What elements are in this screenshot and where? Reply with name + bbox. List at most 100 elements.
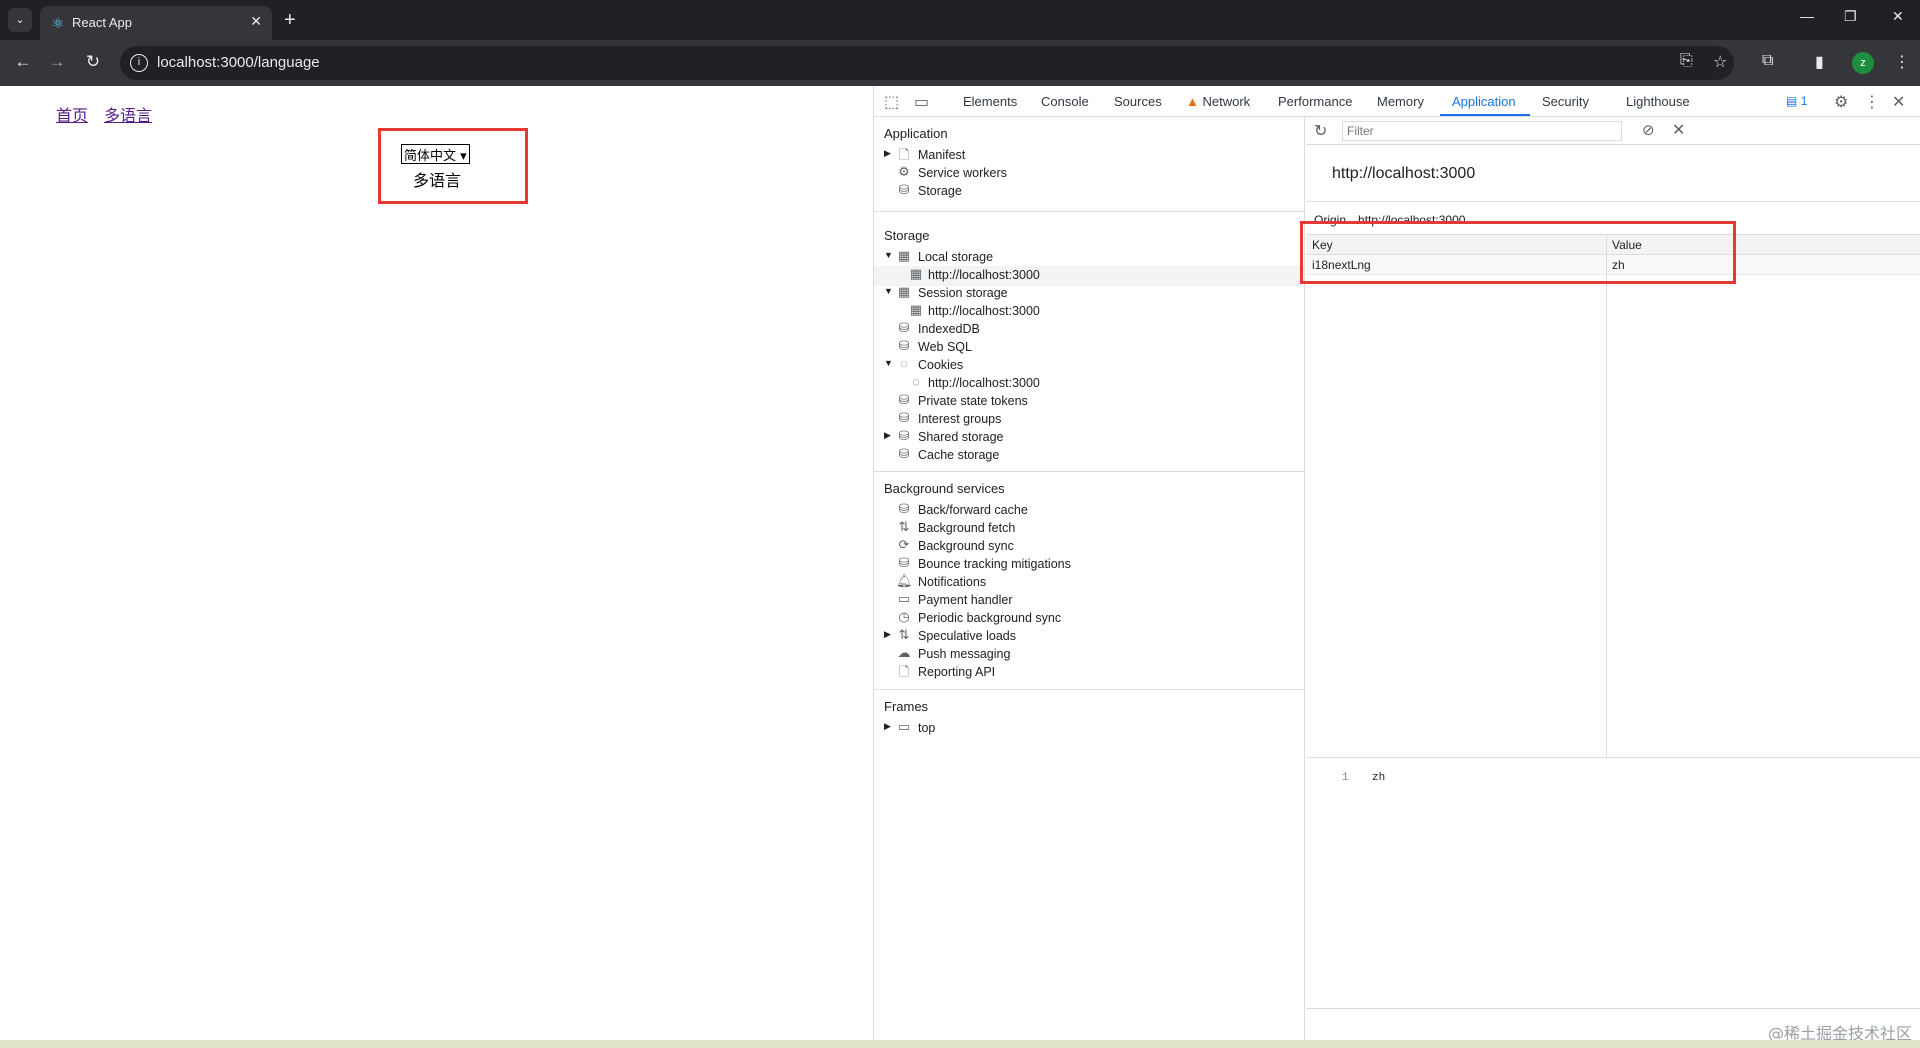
profile-avatar[interactable]: z — [1852, 52, 1874, 74]
nav-link-language[interactable]: 多语言 — [104, 102, 152, 126]
database-icon: ⛁ — [898, 410, 910, 425]
sidebar-item-cache-storage[interactable]: ⛁ Cache storage — [884, 446, 1304, 466]
table-icon: ▦ — [909, 266, 923, 281]
sidebar-item-cookies-origin[interactable]: ◌ http://localhost:3000 — [874, 374, 1304, 394]
sidebar-item-local-storage[interactable]: ▼ ▦ Local storage — [884, 248, 1304, 268]
sidebar-item-payment-handler[interactable]: ▭ Payment handler — [884, 591, 1304, 611]
tab-network[interactable]: ▲ Network — [1186, 94, 1250, 109]
site-info-icon[interactable]: i — [130, 54, 148, 72]
database-icon: ⛁ — [898, 320, 910, 335]
minimize-icon[interactable]: — — [1800, 8, 1814, 24]
tab-application[interactable]: Application — [1452, 94, 1516, 109]
sidebar-item-service-workers[interactable]: ⚙ Service workers — [884, 164, 1304, 184]
sidebar-item-background-fetch[interactable]: ⇅ Background fetch — [884, 519, 1304, 539]
back-icon[interactable]: ← — [12, 52, 34, 72]
expand-arrow-icon[interactable]: ▶ — [884, 721, 894, 732]
section-frames: Frames — [884, 699, 929, 714]
tab-security[interactable]: Security — [1542, 94, 1589, 109]
sidebar-item-frame-top[interactable]: ▶ ▭ top — [884, 719, 1304, 739]
up-down-arrows-icon: ⇅ — [898, 627, 910, 642]
active-tab-indicator — [1440, 114, 1530, 116]
section-divider — [874, 471, 1305, 472]
browser-tab[interactable]: ⚛ React App ✕ — [40, 6, 272, 40]
sidebar-item-websql[interactable]: ⛁ Web SQL — [884, 338, 1304, 358]
sidebar-item-back-forward-cache[interactable]: ⛁ Back/forward cache — [884, 501, 1304, 521]
sidebar-item-private-state-tokens[interactable]: ⛁ Private state tokens — [884, 392, 1304, 412]
preview-line-number: 1 — [1342, 772, 1349, 784]
device-toolbar-icon[interactable]: ▭ — [914, 92, 929, 112]
inspect-icon[interactable]: ⬚ — [884, 92, 899, 112]
sidebar-item-background-sync[interactable]: ⟳ Background sync — [884, 537, 1304, 557]
bookmark-star-icon[interactable]: ☆ — [1713, 52, 1727, 72]
devtools: ⬚ ▭ Elements Console Sources ▲ Network P… — [873, 86, 1920, 1040]
sidebar-item-local-storage-origin[interactable]: ▦ http://localhost:3000 — [874, 266, 1304, 286]
more-options-icon[interactable]: ⋮ — [1864, 92, 1880, 112]
language-select[interactable]: 简体中文 ▾ — [401, 144, 470, 164]
database-icon: ⛁ — [898, 392, 910, 407]
collapse-arrow-icon[interactable]: ▼ — [884, 358, 894, 368]
sidebar-item-periodic-background-sync[interactable]: ◷ Periodic background sync — [884, 609, 1304, 629]
reload-icon[interactable]: ↻ — [82, 52, 104, 72]
page-viewport: 首页 多语言 简体中文 ▾ 多语言 — [0, 86, 873, 1040]
clock-icon: ◷ — [898, 609, 910, 624]
messages-badge[interactable]: ▤ 1 — [1786, 94, 1807, 108]
sidebar-item-notifications[interactable]: 🔔︎ Notifications — [884, 573, 1304, 593]
settings-gear-icon[interactable]: ⚙ — [1834, 92, 1848, 112]
sidebar-item-reporting-api[interactable]: 🗋 Reporting API — [884, 663, 1304, 683]
table-icon: ▦ — [897, 248, 911, 263]
tab-search-button[interactable]: ⌄ — [8, 8, 32, 32]
tab-console[interactable]: Console — [1041, 94, 1089, 109]
application-sidebar: Application ▶ 🗋 Manifest ⚙ Service workers … — [874, 117, 1305, 1040]
filter-input[interactable] — [1342, 121, 1622, 141]
sidebar-item-bounce-tracking[interactable]: ⛁ Bounce tracking mitigations — [884, 555, 1304, 575]
extensions-icon[interactable]: ⧉ — [1762, 52, 1773, 70]
clear-all-icon[interactable]: ⊘ — [1642, 121, 1655, 139]
tab-sources[interactable]: Sources — [1114, 94, 1162, 109]
sidebar-item-cookies[interactable]: ▼ ◌ Cookies — [884, 356, 1304, 376]
restore-icon[interactable]: ❐ — [1844, 8, 1857, 25]
sidebar-item-indexeddb[interactable]: ⛁ IndexedDB — [884, 320, 1304, 340]
tab-elements[interactable]: Elements — [963, 94, 1017, 109]
delete-selected-icon[interactable]: ✕ — [1672, 120, 1685, 140]
database-icon: ⛁ — [898, 501, 910, 516]
database-icon: ⛁ — [898, 182, 910, 197]
expand-arrow-icon[interactable]: ▶ — [884, 430, 894, 441]
address-bar[interactable]: i localhost:3000/language — [120, 46, 1734, 80]
side-panel-icon[interactable]: ▮ — [1815, 52, 1824, 72]
tab-strip: ⌄ ⚛ React App ✕ + — ❐ ✕ — [0, 0, 1920, 40]
refresh-icon[interactable]: ↻ — [1314, 121, 1327, 141]
new-tab-button[interactable]: + — [284, 8, 296, 32]
tab-performance[interactable]: Performance — [1278, 94, 1352, 109]
sidebar-item-push-messaging[interactable]: ☁ Push messaging — [884, 645, 1304, 665]
install-app-icon[interactable]: ⎘ — [1680, 52, 1693, 70]
url-text[interactable]: localhost:3000/language — [157, 54, 320, 71]
collapse-arrow-icon[interactable]: ▼ — [884, 286, 894, 296]
sidebar-item-speculative-loads[interactable]: ▶ ⇅ Speculative loads — [884, 627, 1304, 647]
forward-icon[interactable]: → — [46, 52, 68, 72]
expand-arrow-icon[interactable]: ▶ — [884, 148, 894, 159]
devtools-tabbar: ⬚ ▭ Elements Console Sources ▲ Network P… — [874, 86, 1920, 117]
tab-lighthouse[interactable]: Lighthouse — [1626, 94, 1690, 109]
heading-divider — [1306, 201, 1920, 202]
sidebar-item-shared-storage[interactable]: ▶ ⛁ Shared storage — [884, 428, 1304, 448]
sidebar-item-interest-groups[interactable]: ⛁ Interest groups — [884, 410, 1304, 430]
database-icon: ⛁ — [898, 338, 910, 353]
close-devtools-icon[interactable]: ✕ — [1892, 92, 1905, 112]
close-window-icon[interactable]: ✕ — [1892, 8, 1904, 25]
expand-arrow-icon[interactable]: ▶ — [884, 629, 894, 640]
nav-link-home[interactable]: 首页 — [56, 102, 88, 126]
sidebar-item-storage[interactable]: ⛁ Storage — [884, 182, 1304, 202]
column-divider[interactable] — [1606, 235, 1607, 759]
menu-icon[interactable]: ⋮ — [1894, 52, 1910, 72]
collapse-arrow-icon[interactable]: ▼ — [884, 250, 894, 260]
sidebar-item-manifest[interactable]: ▶ 🗋 Manifest — [884, 146, 1304, 166]
tab-memory[interactable]: Memory — [1377, 94, 1424, 109]
react-icon: ⚛ — [51, 15, 65, 31]
sidebar-item-session-storage-origin[interactable]: ▦ http://localhost:3000 — [874, 302, 1304, 322]
sidebar-item-session-storage[interactable]: ▼ ▦ Session storage — [884, 284, 1304, 304]
close-tab-icon[interactable]: ✕ — [250, 13, 262, 30]
browser-toolbar: ← → ↻ i localhost:3000/language ⎘ ☆ ⧉ ▮ … — [0, 40, 1920, 86]
table-icon: ▦ — [897, 284, 911, 299]
database-icon: ⛁ — [898, 446, 910, 461]
language-highlight-box: 简体中文 ▾ 多语言 — [378, 128, 528, 204]
